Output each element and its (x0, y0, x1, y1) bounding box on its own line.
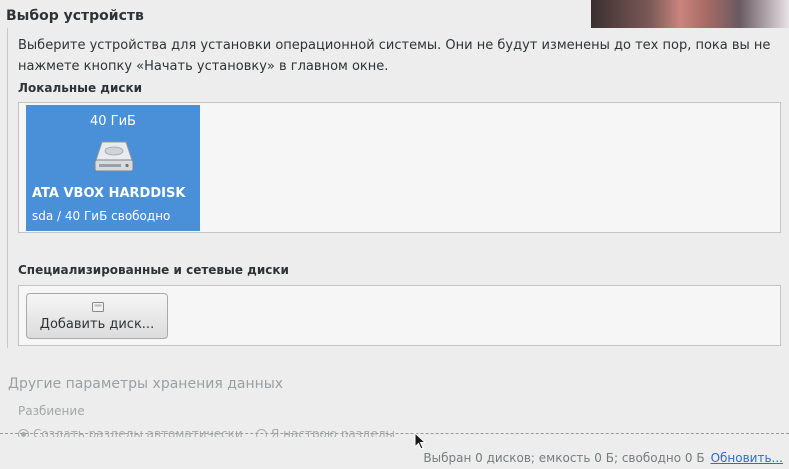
mouse-cursor-icon (414, 432, 426, 450)
special-disks-heading: Специализированные и сетевые диски (18, 263, 289, 277)
webcam-overlay (591, 0, 789, 28)
partitioning-options: Создать разделы автоматически Я настрою … (18, 423, 418, 437)
disk-size: 40 ГиБ (90, 114, 136, 129)
radio-auto-partition[interactable]: Создать разделы автоматически (18, 427, 243, 437)
refresh-link[interactable]: Обновить... (711, 451, 783, 465)
add-disk-label: Добавить диск... (39, 317, 155, 332)
other-storage-heading: Другие параметры хранения данных (8, 376, 284, 392)
radio-auto-label: Создать разделы автоматически (33, 427, 243, 437)
add-disk-button[interactable]: Добавить диск... (26, 293, 168, 339)
page-title: Выбор устройств (6, 8, 144, 24)
radio-custom-label: Я настрою разделы (271, 427, 395, 437)
footer: Выбран 0 дисков; емкость 0 Б; свободно 0… (423, 451, 783, 465)
local-disks-heading: Локальные диски (18, 81, 143, 95)
description-text: Выберите устройства для установки операц… (18, 38, 771, 74)
dashed-divider (0, 433, 789, 434)
disk-tile-sda[interactable]: 40 ГиБ ATA VBOX HARDDISK sda / 40 ГиБ св… (26, 105, 200, 231)
harddisk-icon (94, 141, 134, 172)
radio-custom-partition[interactable]: Я настрою разделы (256, 427, 395, 437)
selection-summary: Выбран 0 дисков; емкость 0 Б; свободно 0… (423, 451, 705, 465)
disk-name: ATA VBOX HARDDISK (32, 186, 186, 201)
add-disk-icon (92, 302, 104, 312)
disk-details: sda / 40 ГиБ свободно (32, 209, 171, 223)
partitioning-label: Разбиение (18, 404, 85, 418)
